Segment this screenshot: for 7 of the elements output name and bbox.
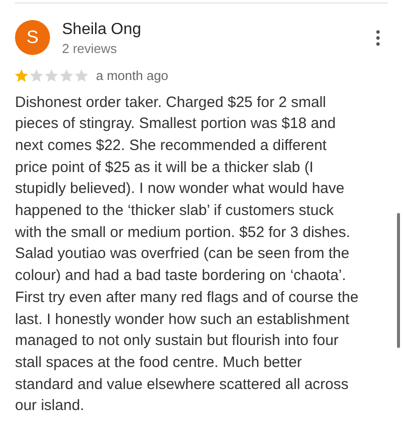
review-count: 2 reviews: [62, 40, 118, 58]
scrollbar[interactable]: [397, 213, 400, 348]
review-text: Dishonest order taker. Charged $25 for 2 small pieces of stingray. Smallest portion was $18 and next comes $22. She recommended a different price point of $25 as it will be a thicker slab (I stupidly believed). I now wonder what would have happened to the ‘thicker slab’ if customers stuck with the small or medium portion. $52 for 3 dishes. Salad youtiao was overfried (can be seen from the colour) and had a bad taste bordering on ‘chaota’. First try even after many red flags and of course the last. I honestly wonder how such an establishment managed to not only sustain but flourish into four stall spaces at the food centre. Much better standard and value elsewhere scattered all across our island.: [15, 92, 360, 416]
review-time: a month ago: [96, 67, 168, 85]
avatar: S: [15, 20, 50, 55]
more-options-icon[interactable]: [376, 30, 380, 46]
reviewer-name[interactable]: Sheila Ong: [62, 20, 142, 40]
